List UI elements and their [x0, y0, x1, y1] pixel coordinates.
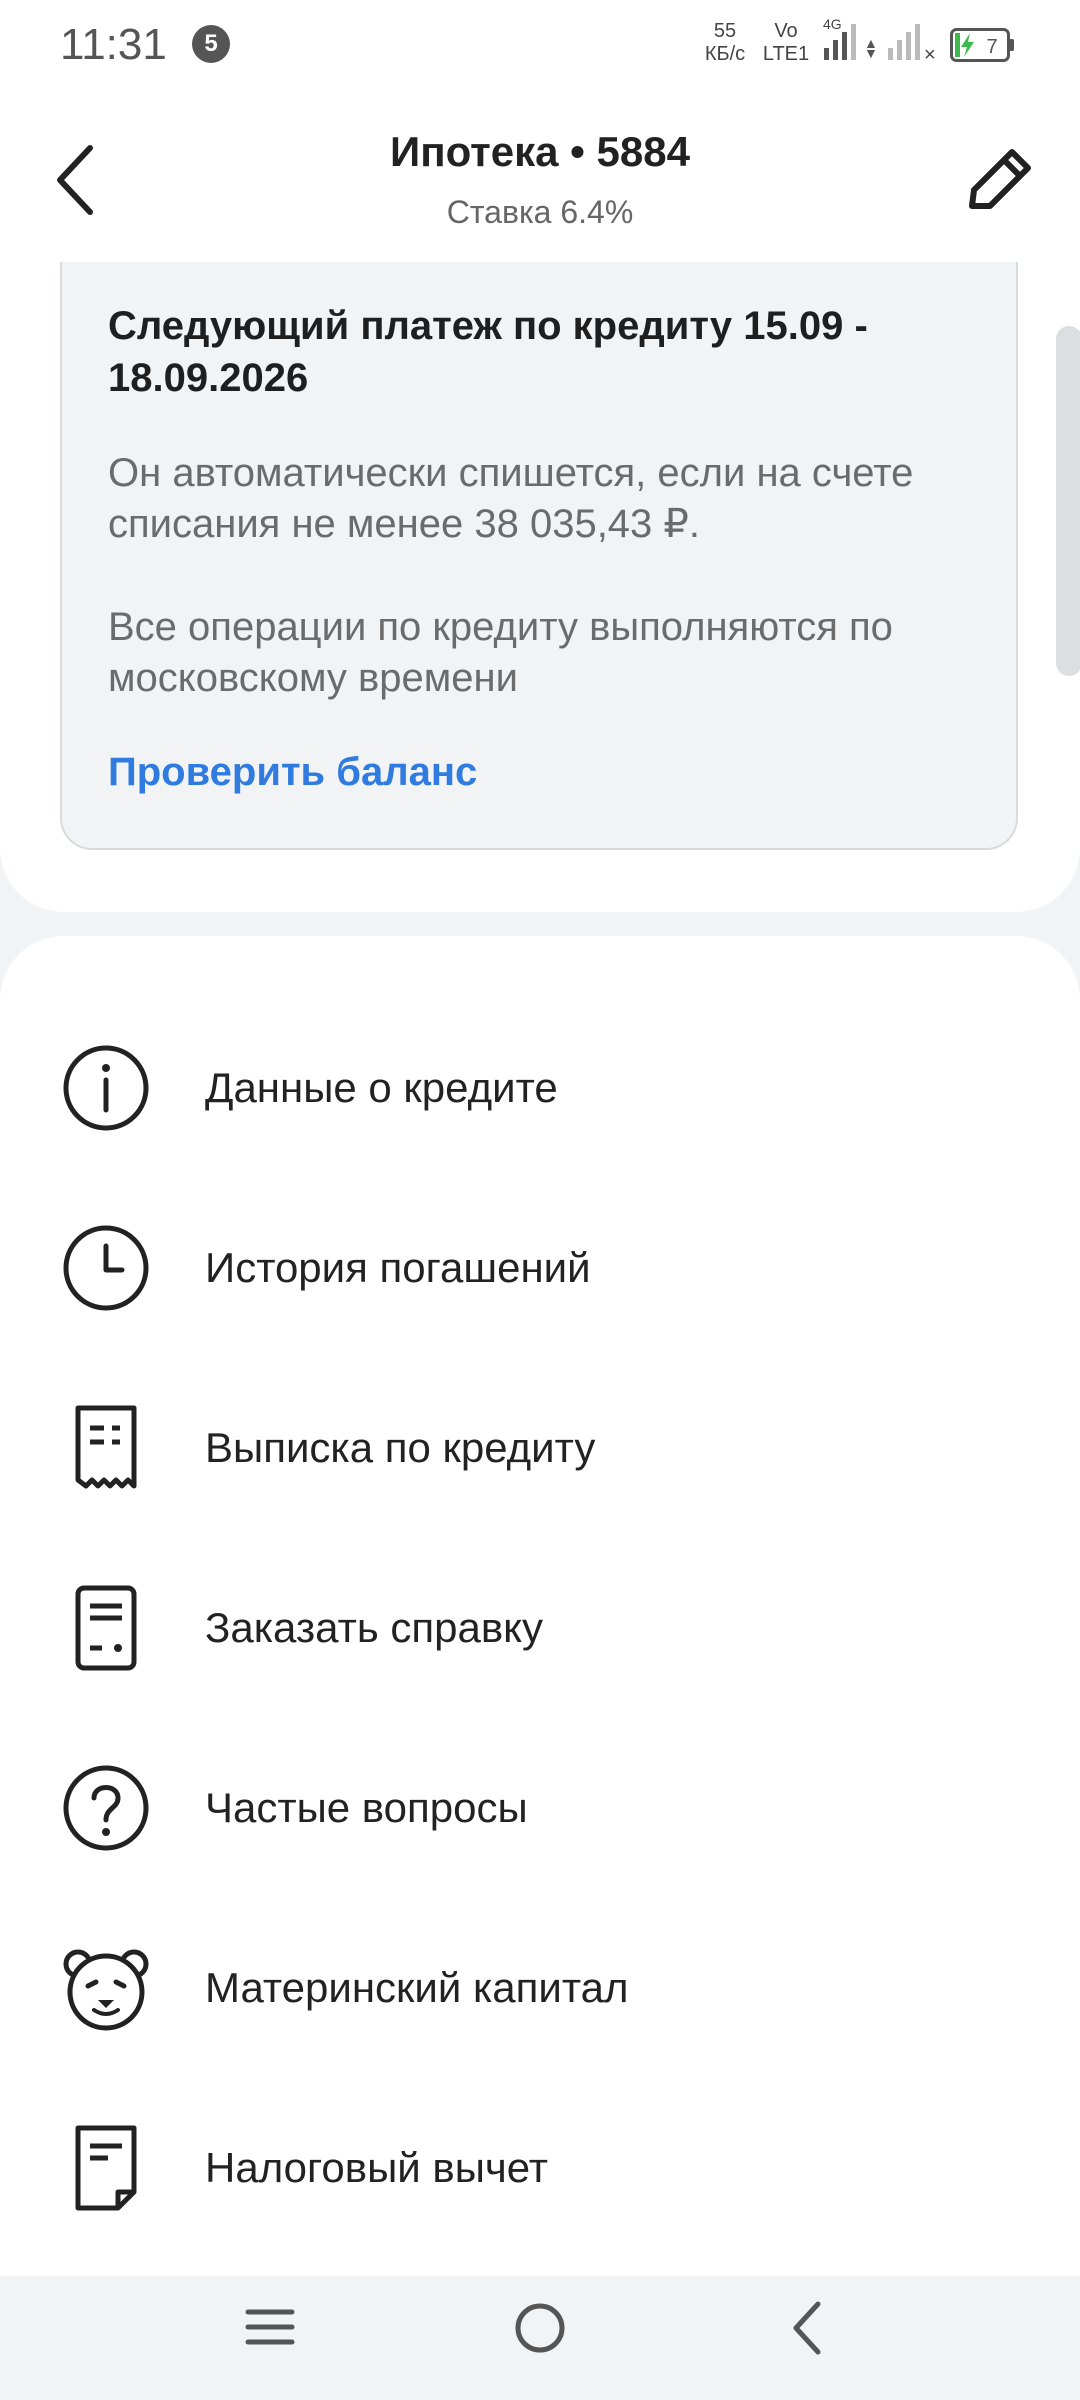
- menu-item-order-certificate[interactable]: Заказать справку: [0, 1538, 1080, 1718]
- menu-item-loan-statement[interactable]: Выписка по кредиту: [0, 1358, 1080, 1538]
- notification-badge: 5: [192, 25, 230, 63]
- menu-item-label: Налоговый вычет: [205, 2144, 548, 2191]
- status-time: 11:31: [60, 20, 167, 69]
- info-icon: [63, 1045, 149, 1131]
- page-subtitle: Ставка 6.4%: [446, 194, 634, 230]
- menu-item-faq[interactable]: Частые вопросы: [0, 1718, 1080, 1898]
- bear-icon: [63, 1949, 149, 2031]
- network-speed: 55 КБ/с: [697, 20, 753, 66]
- no-signal-icon: ×: [924, 44, 936, 66]
- question-icon: [63, 1765, 149, 1851]
- moscow-time-text: Все операции по кредиту выполняются по м…: [108, 605, 893, 700]
- nav-home-icon[interactable]: [512, 2300, 568, 2356]
- menu-item-loan-details[interactable]: Данные о кредите: [0, 998, 1080, 1178]
- signal-icon: [888, 24, 920, 60]
- volte-indicator: Vo LTE1: [761, 20, 811, 66]
- menu-item-label: Частые вопросы: [205, 1784, 528, 1831]
- receipt-icon: [75, 1405, 137, 1489]
- auto-debit-text: Он автоматически спишется, если на счете…: [108, 451, 914, 546]
- volte-bottom: LTE1: [762, 43, 810, 65]
- menu-item-label: Материнский капитал: [205, 1964, 629, 2011]
- menu-item-label: Выписка по кредиту: [205, 1424, 596, 1471]
- battery-charging-icon: 7: [950, 28, 1014, 62]
- network-speed-value: 55: [713, 20, 737, 42]
- menu-item-label: Данные о кредите: [205, 1064, 558, 1111]
- volte-top: Vo: [774, 20, 798, 42]
- next-payment-title: Следующий платеж по кредиту 15.09 - 18.0…: [108, 304, 868, 400]
- loan-menu: Данные о кредите История погашений Выпис…: [0, 936, 1080, 2276]
- nav-menu-icon[interactable]: [244, 2304, 296, 2350]
- nav-back-icon[interactable]: [788, 2298, 828, 2358]
- battery-level: 7: [986, 36, 997, 58]
- tax-document-icon: [75, 2125, 137, 2211]
- payment-info-card: Следующий платеж по кредиту 15.09 - 18.0…: [60, 262, 1018, 850]
- check-balance-link[interactable]: Проверить баланс: [108, 750, 477, 795]
- scrollbar[interactable]: [1056, 326, 1080, 676]
- menu-item-label: История погашений: [205, 1244, 591, 1291]
- menu-item-tax-deduction[interactable]: Налоговый вычет: [0, 2078, 1080, 2258]
- data-arrows-icon: ▲ ▼: [864, 35, 878, 61]
- signal-icon: [824, 24, 856, 60]
- network-speed-unit: КБ/с: [704, 43, 746, 65]
- edit-icon[interactable]: [960, 142, 1038, 220]
- document-icon: [75, 1585, 137, 1671]
- page-title: Ипотека • 5884: [390, 128, 690, 175]
- menu-item-repayment-history[interactable]: История погашений: [0, 1178, 1080, 1358]
- clock-icon: [63, 1225, 149, 1311]
- menu-item-label: Заказать справку: [205, 1604, 544, 1651]
- menu-item-maternity-capital[interactable]: Материнский капитал: [0, 1898, 1080, 2078]
